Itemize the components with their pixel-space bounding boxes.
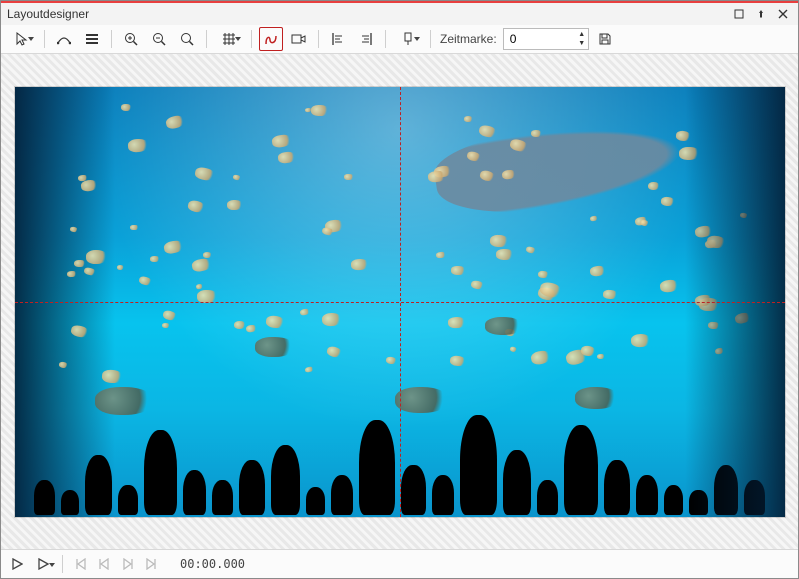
separator <box>251 30 252 48</box>
separator <box>62 555 63 573</box>
zoom-out-button[interactable] <box>147 27 171 51</box>
layoutdesigner-window: Layoutdesigner <box>0 0 799 579</box>
layout-canvas[interactable] <box>15 87 785 517</box>
skip-start-button[interactable] <box>70 554 90 574</box>
spin-down-button[interactable]: ▼ <box>576 39 588 48</box>
separator <box>430 30 431 48</box>
play-options-button[interactable] <box>31 554 55 574</box>
separator <box>318 30 319 48</box>
separator <box>206 30 207 48</box>
zoom-in-button[interactable] <box>119 27 143 51</box>
window-title: Layoutdesigner <box>7 7 734 21</box>
playback-bar: 00:00.000 <box>1 549 798 578</box>
select-tool[interactable] <box>7 27 37 51</box>
path-tool[interactable] <box>259 27 283 51</box>
marker-tool[interactable] <box>393 27 423 51</box>
separator <box>385 30 386 48</box>
title-bar: Layoutdesigner <box>1 1 798 25</box>
skip-end-button[interactable] <box>142 554 162 574</box>
separator <box>44 30 45 48</box>
zoom-fit-button[interactable] <box>175 27 199 51</box>
playback-time: 00:00.000 <box>180 557 245 571</box>
camera-tool[interactable] <box>287 27 311 51</box>
grid-tool[interactable] <box>214 27 244 51</box>
zeitmarke-label: Zeitmarke: <box>440 32 497 46</box>
spin-up-button[interactable]: ▲ <box>576 30 588 39</box>
separator <box>111 30 112 48</box>
zeitmarke-spinner[interactable]: ▲ ▼ <box>503 28 589 50</box>
prev-frame-button[interactable] <box>94 554 114 574</box>
list-tool[interactable] <box>80 27 104 51</box>
minimize-button[interactable] <box>734 9 748 19</box>
canvas-area <box>1 54 798 549</box>
play-button[interactable] <box>7 554 27 574</box>
next-frame-button[interactable] <box>118 554 138 574</box>
background-image <box>15 87 785 517</box>
curve-tool[interactable] <box>52 27 76 51</box>
main-toolbar: Zeitmarke: ▲ ▼ <box>1 25 798 54</box>
align-right-tool[interactable] <box>354 27 378 51</box>
save-button[interactable] <box>593 27 617 51</box>
close-button[interactable] <box>778 9 792 19</box>
pin-button[interactable] <box>756 9 770 19</box>
zeitmarke-input[interactable] <box>508 31 572 47</box>
align-left-tool[interactable] <box>326 27 350 51</box>
